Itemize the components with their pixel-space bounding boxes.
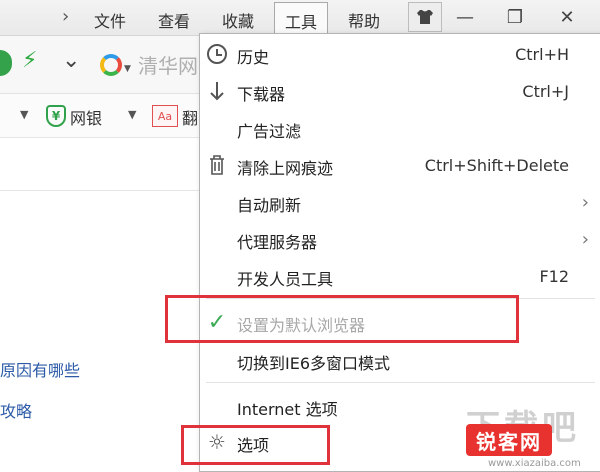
shortcut-text: Ctrl+Shift+Delete bbox=[424, 156, 569, 175]
menu-item-dev-tools[interactable]: 开发人员工具 F12 bbox=[200, 260, 600, 294]
watermark-url: www.xiazaiba.com bbox=[488, 458, 581, 469]
shield-yen-icon[interactable]: ¥ bbox=[46, 105, 66, 127]
highlight-box-options bbox=[181, 425, 330, 465]
menu-item-ie6-mode[interactable]: 切换到IE6多窗口模式 bbox=[200, 344, 600, 378]
shortcut-text: Ctrl+J bbox=[522, 82, 569, 101]
shirt-icon bbox=[417, 10, 433, 24]
restore-button[interactable]: ❐ bbox=[498, 2, 532, 32]
menu-item-label: 清除上网痕迹 bbox=[237, 159, 334, 178]
chevron-right-icon: › bbox=[581, 192, 589, 213]
menu-item-label: 下载器 bbox=[237, 85, 286, 104]
caret-down-icon[interactable]: ▼ bbox=[128, 108, 136, 121]
watermark-badge: 锐客网 bbox=[466, 424, 552, 456]
lightning-icon[interactable]: ⚡ bbox=[22, 48, 37, 73]
menu-item-auto-refresh[interactable]: 自动刷新 › bbox=[200, 186, 600, 220]
menu-item-label: 历史 bbox=[237, 48, 270, 67]
chevron-right-icon: › bbox=[581, 229, 589, 250]
highlight-box-default-browser bbox=[165, 295, 519, 343]
minimize-button[interactable]: — bbox=[448, 2, 482, 32]
menu-item-label: 开发人员工具 bbox=[237, 270, 334, 289]
leaf-icon[interactable] bbox=[0, 50, 12, 76]
clock-icon bbox=[206, 43, 228, 65]
shortcut-text: F12 bbox=[539, 267, 569, 286]
menu-view[interactable]: 查看 bbox=[158, 8, 190, 32]
trash-icon bbox=[206, 154, 228, 176]
search-input[interactable]: 清华网 bbox=[138, 50, 200, 79]
search-engine-dropdown-icon[interactable]: ▼ bbox=[124, 64, 131, 74]
article-link[interactable]: 攻略 bbox=[0, 398, 32, 422]
menu-item-ad-filter[interactable]: 广告过滤 bbox=[200, 112, 600, 146]
dictionary-icon[interactable]: Aa bbox=[152, 105, 178, 127]
bookmark-translate[interactable]: 翻 bbox=[182, 105, 198, 129]
bookmark-online-bank[interactable]: 网银 bbox=[70, 105, 102, 129]
menu-item-label: Internet 选项 bbox=[237, 400, 338, 419]
close-button[interactable]: ✕ bbox=[550, 2, 584, 32]
menu-item-downloader[interactable]: 下载器 Ctrl+J bbox=[200, 75, 600, 109]
menu-item-clear-traces[interactable]: 清除上网痕迹 Ctrl+Shift+Delete bbox=[200, 149, 600, 183]
menu-item-label: 切换到IE6多窗口模式 bbox=[237, 354, 391, 373]
search-engine-icon[interactable] bbox=[100, 54, 122, 76]
menu-item-history[interactable]: 历史 Ctrl+H bbox=[200, 38, 600, 72]
chevron-down-icon[interactable]: ⌄ bbox=[62, 48, 80, 73]
skin-button[interactable] bbox=[408, 2, 442, 32]
menu-item-label: 自动刷新 bbox=[237, 196, 302, 215]
menu-file[interactable]: 文件 bbox=[94, 8, 126, 32]
menu-item-proxy[interactable]: 代理服务器 › bbox=[200, 223, 600, 257]
divider bbox=[0, 190, 200, 191]
menu-separator bbox=[206, 382, 595, 383]
menu-item-label: 代理服务器 bbox=[237, 233, 318, 252]
menu-favorites[interactable]: 收藏 bbox=[222, 8, 254, 32]
shortcut-text: Ctrl+H bbox=[515, 45, 569, 64]
download-arrow-icon bbox=[206, 80, 228, 102]
menu-item-label: 广告过滤 bbox=[237, 122, 302, 141]
menu-tools[interactable]: 工具 bbox=[274, 2, 329, 34]
caret-down-icon[interactable]: ▼ bbox=[20, 108, 28, 121]
menu-help[interactable]: 帮助 bbox=[348, 8, 380, 32]
title-bar: › 文件 查看 收藏 工具 帮助 — ❐ ✕ bbox=[0, 0, 600, 36]
chevron-right-icon[interactable]: › bbox=[62, 6, 69, 27]
article-link[interactable]: 原因有哪些 bbox=[0, 357, 80, 381]
